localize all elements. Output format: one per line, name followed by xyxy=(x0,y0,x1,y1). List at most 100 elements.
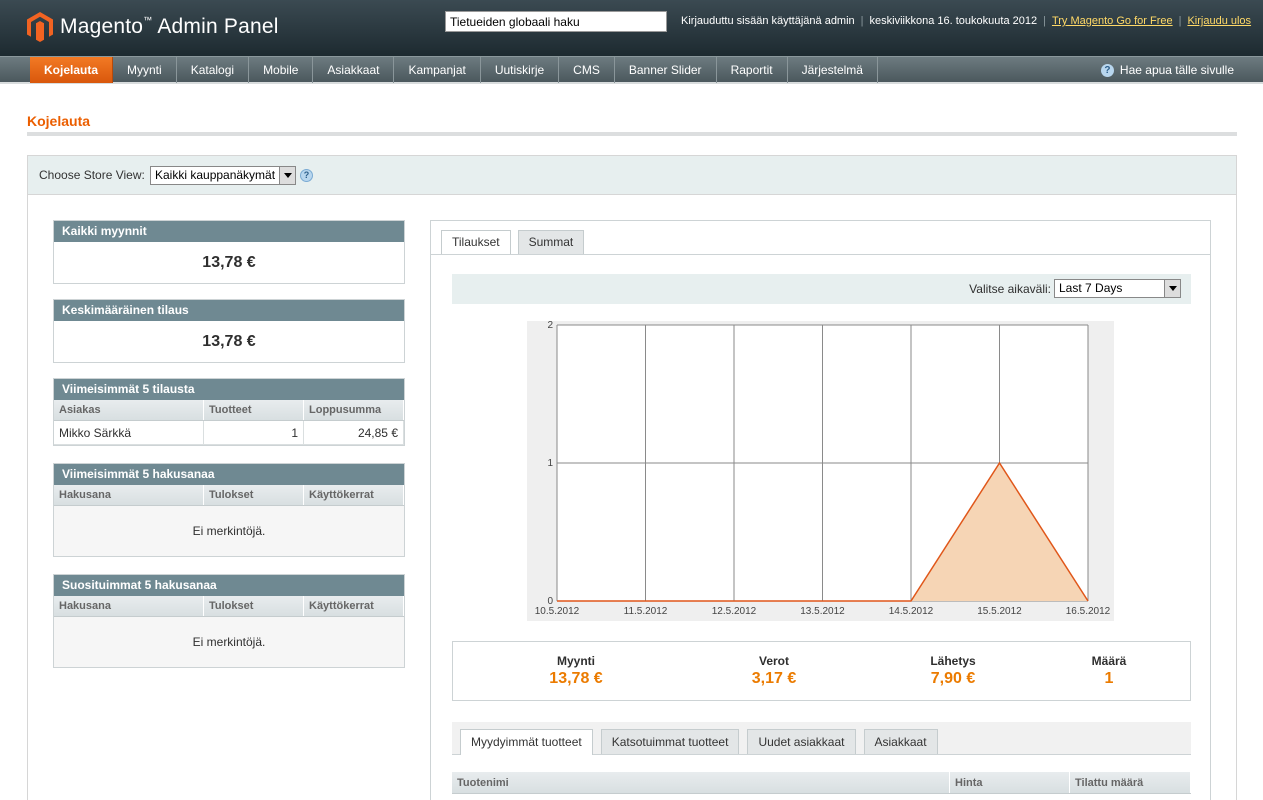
period-bar: Valitse aikaväli: Last 7 Days xyxy=(452,274,1191,304)
grid-header: Hakusana Tulokset Käyttökerrat xyxy=(54,485,404,506)
column-header[interactable]: Tilattu määrä xyxy=(1070,772,1191,793)
tab-customers[interactable]: Asiakkaat xyxy=(863,729,938,754)
totals-bar: Myynti 13,78 € Verot 3,17 € Lähetys 7,90… xyxy=(452,641,1191,701)
nav-item-uutiskirje[interactable]: Uutiskirje xyxy=(481,57,560,83)
nav-item-kojelauta[interactable]: Kojelauta xyxy=(30,57,114,83)
average-order-box: Keskimääräinen tilaus 13,78 € xyxy=(53,299,405,363)
column-header[interactable]: Hakusana xyxy=(54,485,204,505)
nav-item-banner-slider[interactable]: Banner Slider xyxy=(615,57,717,83)
tab-most-viewed[interactable]: Katsotuimmat tuotteet xyxy=(600,729,740,754)
column-header[interactable]: Tulokset xyxy=(204,485,304,505)
empty-message: Ei merkintöjä. xyxy=(54,617,404,667)
help-link[interactable]: ? Hae apua tälle sivulle xyxy=(1100,57,1234,83)
top-search-terms-box: Suosituimmat 5 hakusanaa Hakusana Tuloks… xyxy=(53,574,405,668)
total-quantity: Määrä 1 xyxy=(1034,654,1184,688)
nav-item-myynti[interactable]: Myynti xyxy=(113,57,177,83)
x-tick-label: 12.5.2012 xyxy=(712,606,757,617)
total-value: 1 xyxy=(1104,670,1114,687)
box-title: Suosituimmat 5 hakusanaa xyxy=(54,575,404,596)
total-label: Määrä xyxy=(1091,654,1127,668)
last-search-terms-box: Viimeisimmät 5 hakusanaa Hakusana Tuloks… xyxy=(53,463,405,557)
column-header[interactable]: Tulokset xyxy=(204,596,304,616)
product-grid-header: Tuotenimi Hinta Tilattu määrä xyxy=(452,772,1191,794)
header-links: Kirjauduttu sisään käyttäjänä admin | kesk… xyxy=(681,15,1252,27)
store-view-select[interactable]: Kaikki kauppanäkymät xyxy=(150,166,296,185)
help-icon: ? xyxy=(1100,63,1114,77)
nav-item-katalogi[interactable]: Katalogi xyxy=(177,57,250,83)
column-header[interactable]: Käyttökerrat xyxy=(304,485,404,505)
average-order-value: 13,78 € xyxy=(202,333,256,350)
x-tick-label: 14.5.2012 xyxy=(889,606,934,617)
total-tax: Verot 3,17 € xyxy=(699,654,849,688)
total-value: 13,78 € xyxy=(549,670,603,687)
column-header[interactable]: Loppusumma xyxy=(304,400,404,420)
period-label: Valitse aikaväli: xyxy=(969,282,1051,296)
customer-cell: Mikko Särkkä xyxy=(54,421,204,444)
date-text: keskiviikkona 16. toukokuuta 2012 xyxy=(869,15,1038,27)
store-view-label: Choose Store View: xyxy=(39,168,145,182)
box-title: Keskimääräinen tilaus xyxy=(54,300,404,321)
box-title: Viimeisimmät 5 tilausta xyxy=(54,379,404,400)
global-search-input[interactable] xyxy=(445,11,667,32)
total-revenue: Myynti 13,78 € xyxy=(501,654,651,688)
magento-logo-icon xyxy=(27,12,53,42)
period-select[interactable]: Last 7 Days xyxy=(1054,279,1181,298)
last-orders-box: Viimeisimmät 5 tilausta Asiakas Tuotteet… xyxy=(53,378,405,446)
tab-orders[interactable]: Tilaukset xyxy=(441,230,511,255)
total-label: Lähetys xyxy=(930,654,976,668)
y-tick-label: 1 xyxy=(547,458,553,469)
logout-link[interactable]: Kirjaudu ulos xyxy=(1187,15,1251,27)
help-icon[interactable]: ? xyxy=(300,169,313,182)
column-header[interactable]: Hinta xyxy=(950,772,1070,793)
diagram-panel: Tilaukset Summat Valitse aikaväli: Last … xyxy=(430,220,1211,800)
tabs-divider xyxy=(431,254,1210,255)
main-nav: Kojelauta Myynti Katalogi Mobile Asiakkaat Ka… xyxy=(0,56,1263,84)
column-header[interactable]: Tuotenimi xyxy=(452,772,950,793)
nav-item-raportit[interactable]: Raportit xyxy=(717,57,788,83)
x-tick-label: 10.5.2012 xyxy=(535,606,580,617)
total-shipping: Lähetys 7,90 € xyxy=(878,654,1028,688)
box-title: Kaikki myynnit xyxy=(54,221,404,242)
dropdown-arrow-icon xyxy=(279,167,295,184)
magento-logo[interactable]: Magento™ Admin Panel xyxy=(27,12,279,42)
try-magento-go-link[interactable]: Try Magento Go for Free xyxy=(1052,15,1173,27)
logged-in-text: Kirjauduttu sisään käyttäjänä admin xyxy=(681,15,855,27)
nav-item-asiakkaat[interactable]: Asiakkaat xyxy=(313,57,395,83)
items-cell: 1 xyxy=(204,421,304,444)
nav-item-järjestelmä[interactable]: Järjestelmä xyxy=(788,57,878,83)
tab-amounts[interactable]: Summat xyxy=(517,230,585,254)
period-value: Last 7 Days xyxy=(1059,281,1123,295)
x-tick-label: 11.5.2012 xyxy=(624,606,668,617)
total-label: Verot xyxy=(758,654,789,668)
store-view-value: Kaikki kauppanäkymät xyxy=(155,168,276,182)
grid-header: Asiakas Tuotteet Loppusumma xyxy=(54,400,404,421)
header: Magento™Admin Panel Kirjauduttu sisään k… xyxy=(0,0,1263,56)
tab-bestsellers[interactable]: Myydyimmät tuotteet xyxy=(460,729,593,755)
logo-brand: Magento xyxy=(60,15,144,38)
box-title: Viimeisimmät 5 hakusanaa xyxy=(54,464,404,485)
x-tick-label: 15.5.2012 xyxy=(977,606,1022,617)
table-row[interactable]: Mikko Särkkä 1 24,85 € xyxy=(54,421,404,445)
logo-sub: Admin Panel xyxy=(157,15,279,38)
all-sales-value: 13,78 € xyxy=(202,254,256,271)
column-header[interactable]: Tuotteet xyxy=(204,400,304,420)
total-cell: 24,85 € xyxy=(304,421,404,444)
orders-chart: 01210.5.2012 11.5.2012 12.5.2012 13.5.2012 1… xyxy=(527,321,1114,621)
total-value: 7,90 € xyxy=(930,670,976,687)
nav-item-kampanjat[interactable]: Kampanjat xyxy=(394,57,481,83)
empty-message: Ei merkintöjä. xyxy=(54,506,404,556)
help-link-label: Hae apua tälle sivulle xyxy=(1119,63,1234,77)
column-header[interactable]: Hakusana xyxy=(54,596,204,616)
column-header[interactable]: Käyttökerrat xyxy=(304,596,404,616)
tab-new-customers[interactable]: Uudet asiakkaat xyxy=(747,729,856,754)
diagram-tabs: Tilaukset Summat xyxy=(441,230,591,255)
x-tick-label: 13.5.2012 xyxy=(800,606,845,617)
nav-item-cms[interactable]: CMS xyxy=(559,57,615,83)
grid-header: Hakusana Tulokset Käyttökerrat xyxy=(54,596,404,617)
total-value: 3,17 € xyxy=(751,670,797,687)
dropdown-arrow-icon xyxy=(1164,280,1180,297)
y-tick-label: 2 xyxy=(547,321,553,331)
nav-item-mobile[interactable]: Mobile xyxy=(249,57,314,83)
title-divider xyxy=(27,132,1237,136)
column-header[interactable]: Asiakas xyxy=(54,400,204,420)
